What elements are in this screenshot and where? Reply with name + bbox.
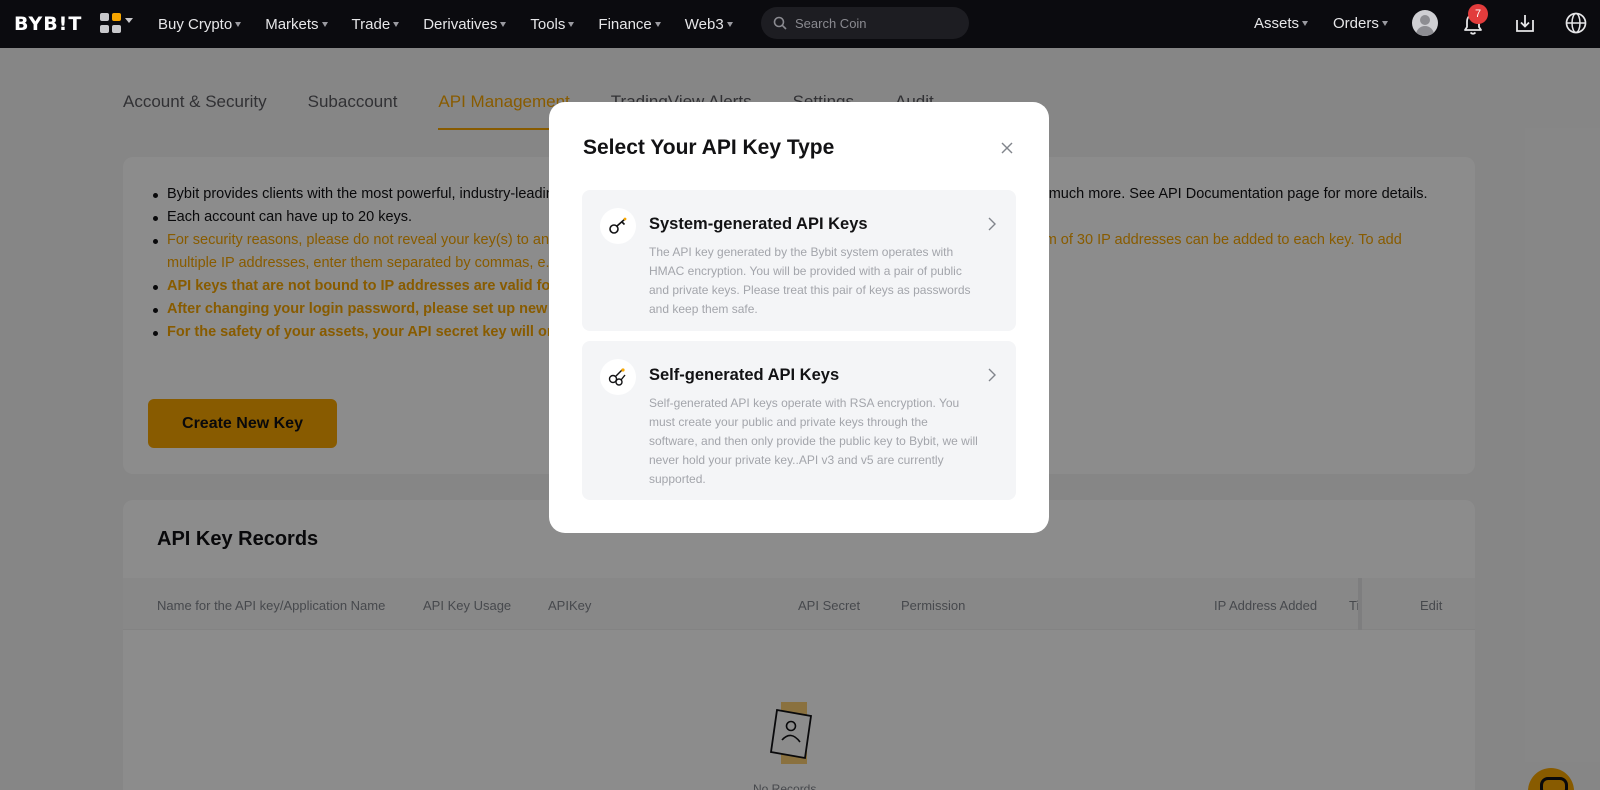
system-generated-keys-option[interactable]: System-generated API Keys The API key ge…	[582, 190, 1016, 331]
chevron-down-icon	[654, 21, 661, 27]
key-icon	[600, 208, 636, 244]
chevron-down-icon	[1381, 21, 1388, 26]
globe-icon[interactable]	[1564, 11, 1588, 35]
nav-label: Buy Crypto	[158, 15, 233, 33]
top-navbar: BYB!T Buy Crypto Markets Trade Derivativ…	[0, 0, 1600, 48]
option-title: Self-generated API Keys	[649, 366, 840, 384]
chevron-right-icon	[988, 368, 996, 382]
chevron-down-icon	[500, 21, 507, 27]
notification-badge: 7	[1468, 4, 1488, 24]
nav-derivatives[interactable]: Derivatives	[423, 15, 507, 33]
search-input[interactable]	[795, 15, 955, 31]
chevron-down-icon	[125, 18, 133, 23]
nav-orders[interactable]: Orders	[1333, 15, 1388, 32]
nav-assets[interactable]: Assets	[1254, 15, 1309, 32]
modal-title: Select Your API Key Type	[583, 136, 835, 159]
nav-markets[interactable]: Markets	[265, 15, 328, 33]
download-icon[interactable]	[1514, 12, 1536, 34]
nav-label: Assets	[1254, 15, 1300, 32]
chevron-down-icon	[726, 21, 733, 27]
nav-label: Markets	[265, 15, 319, 33]
avatar[interactable]	[1412, 10, 1438, 36]
nav-label: Finance	[598, 15, 652, 33]
nav-label: Web3	[684, 15, 724, 33]
nav-label: Tools	[530, 15, 566, 33]
chevron-down-icon	[1302, 21, 1309, 26]
nav-tools[interactable]: Tools	[530, 15, 575, 33]
nav-buy-crypto[interactable]: Buy Crypto	[158, 15, 242, 33]
option-description: The API key generated by the Bybit syste…	[649, 245, 971, 316]
apps-grid-icon[interactable]	[100, 13, 122, 33]
nav-label: Trade	[351, 15, 391, 33]
chevron-down-icon	[235, 21, 242, 27]
chevron-right-icon	[988, 217, 996, 231]
search-box[interactable]	[761, 7, 969, 39]
select-api-key-type-modal: Select Your API Key Type System-generate…	[549, 102, 1049, 533]
self-generated-keys-option[interactable]: Self-generated API Keys Self-generated A…	[582, 341, 1016, 500]
close-icon[interactable]	[999, 140, 1015, 156]
chevron-down-icon	[321, 21, 328, 27]
option-description: Self-generated API keys operate with RSA…	[649, 396, 978, 486]
keys-icon	[600, 359, 636, 395]
main-menu: Buy Crypto Markets Trade Derivatives Too…	[158, 0, 757, 48]
search-icon	[773, 16, 787, 30]
chevron-down-icon	[568, 21, 575, 27]
bybit-logo[interactable]: BYB!T	[14, 13, 82, 35]
nav-trade[interactable]: Trade	[352, 16, 400, 33]
nav-label: Orders	[1333, 15, 1379, 32]
nav-finance[interactable]: Finance	[598, 15, 661, 33]
nav-web3[interactable]: Web3	[685, 16, 733, 33]
option-title: System-generated API Keys	[649, 215, 868, 233]
nav-label: Derivatives	[423, 15, 498, 33]
chevron-down-icon	[393, 21, 400, 27]
